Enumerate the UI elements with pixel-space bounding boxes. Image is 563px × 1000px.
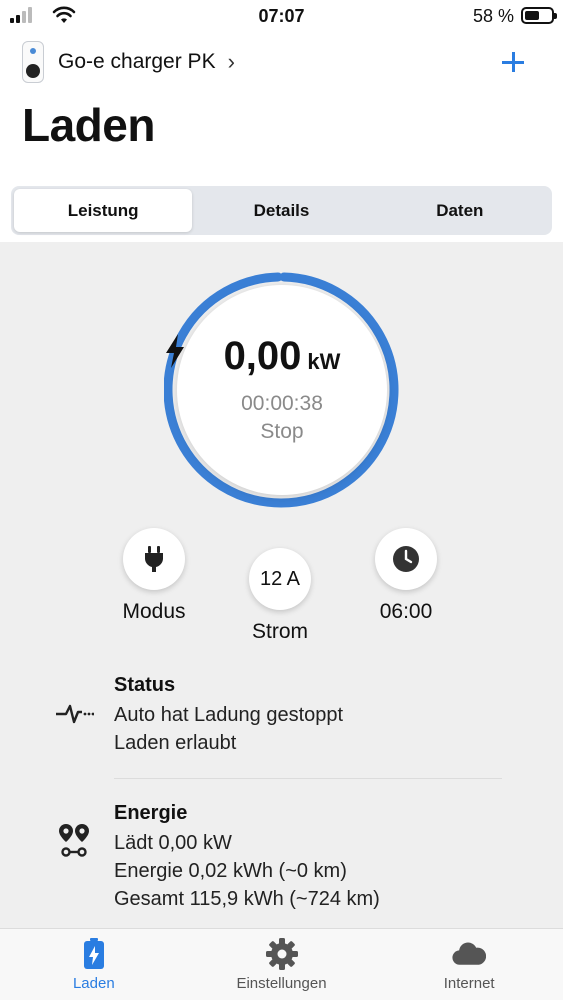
status-line-1: Auto hat Ladung gestoppt [114,704,344,726]
power-value: 0,00 [223,334,302,378]
timer-control[interactable]: 06:00 [366,528,446,624]
strom-control[interactable]: 12 A Strom [240,548,320,644]
energy-line-3: Gesamt 115,9 kWh (~724 km) [114,888,380,910]
power-gauge[interactable]: 0,00 kW 00:00:38 Stop [164,272,400,508]
tab-daten[interactable]: Daten [371,189,549,232]
tabbar-label-einstellungen: Einstellungen [236,975,327,992]
timer-label: 06:00 [379,600,433,623]
tabbar-label-internet: Internet [443,975,495,992]
tabbar-label-laden: Laden [72,975,115,992]
status-bar: 07:07 58 % [0,0,563,34]
energy-heading: Energie [114,802,188,824]
pulse-icon [56,704,94,724]
device-selector[interactable]: Go-e charger PK › [22,40,235,84]
power-readout: 0,00 kW [164,334,400,379]
charger-device-icon [22,41,44,83]
modus-control[interactable]: Modus [114,528,194,624]
device-name: Go-e charger PK [58,50,216,73]
tab-details[interactable]: Details [192,189,370,232]
status-heading: Status [114,674,176,696]
lightning-bolt-icon [166,334,184,368]
battery-bolt-icon [83,938,104,969]
route-icon [59,824,89,857]
charge-timer: 00:00:38 [241,392,323,415]
tabbar-item-einstellungen[interactable]: Einstellungen [188,929,376,1000]
strom-label: Strom [251,620,308,643]
gear-icon [265,938,298,970]
charging-panel: 0,00 kW 00:00:38 Stop Modus 12 A Strom 0… [0,242,563,928]
battery-icon [521,7,557,24]
status-line-2: Laden erlaubt [114,732,237,754]
gauge-face [177,285,387,495]
plug-icon [145,546,163,572]
energy-line-2: Energie 0,02 kWh (~0 km) [114,860,347,882]
tab-leistung[interactable]: Leistung [14,189,193,232]
tabbar-item-internet[interactable]: Internet [375,929,563,1000]
add-device-button[interactable] [499,44,527,80]
clock-icon [393,546,419,572]
cloud-icon [452,942,487,965]
bottom-tab-bar: Laden Einstellungen Internet [0,928,563,1000]
section-divider [114,778,502,779]
charge-state: Stop [260,420,304,443]
strom-button[interactable]: 12 A [249,548,311,610]
modus-button[interactable] [123,528,185,590]
timer-button[interactable] [375,528,437,590]
chevron-right-icon: › [227,49,235,74]
page-title: Laden [22,99,155,151]
energy-line-1: Lädt 0,00 kW [114,832,232,854]
modus-label: Modus [122,600,186,623]
segmented-tabs: Leistung Details Daten [11,186,552,235]
battery-percentage: 58 % [472,6,514,26]
tabbar-item-laden[interactable]: Laden [0,929,188,1000]
power-unit: kW [307,349,341,374]
